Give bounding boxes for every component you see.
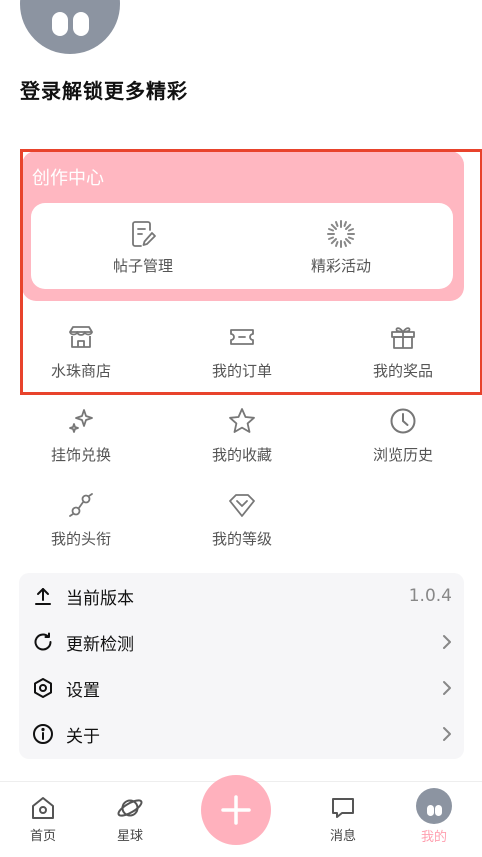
settings-row-about[interactable]: 关于 [19,711,464,757]
highlight-frame [20,149,482,395]
avatar-icon [416,788,452,824]
version-label: 当前版本 [66,588,134,609]
tab-planet[interactable]: 星球 [100,794,160,844]
my-favorites-label: 我的收藏 [211,446,272,464]
upload-icon [31,584,55,608]
tab-mine[interactable]: 我的 [404,788,464,845]
sparkles-icon [64,404,98,438]
avatar-eye-left [52,12,68,36]
update-check-label: 更新检测 [66,634,134,655]
plus-icon [221,795,251,825]
about-label: 关于 [66,726,100,747]
hexagon-settings-icon [31,676,55,700]
avatar-eye-right [73,12,89,36]
clock-icon [386,404,420,438]
my-level-label: 我的等级 [211,530,272,548]
login-prompt[interactable]: 登录解锁更多精彩 [20,75,188,104]
star-icon [225,404,259,438]
settings-label: 设置 [66,680,100,701]
home-icon [29,794,57,822]
badge-tag-icon [64,488,98,522]
tab-messages-label: 消息 [329,829,356,844]
my-titles-label: 我的头衔 [50,530,111,548]
settings-list: 当前版本 1.0.4 更新检测 设置 关于 [19,573,464,759]
avatar[interactable] [20,0,120,54]
refresh-icon [31,630,55,654]
settings-row-settings[interactable]: 设置 [19,665,464,711]
my-favorites-button[interactable]: 我的收藏 [182,404,302,465]
browse-history-button[interactable]: 浏览历史 [343,404,463,465]
browse-history-label: 浏览历史 [372,446,433,464]
pendant-exchange-label: 挂饰兑换 [50,446,111,464]
tab-messages[interactable]: 消息 [313,794,373,844]
heart-level-icon [225,488,259,522]
version-value: 1.0.4 [408,586,452,606]
settings-row-update-check[interactable]: 更新检测 [19,619,464,665]
tab-home-label: 首页 [29,829,56,844]
pendant-exchange-button[interactable]: 挂饰兑换 [21,404,141,465]
message-icon [329,794,357,822]
chevron-right-icon [442,680,452,696]
settings-row-version: 当前版本 1.0.4 [19,573,464,619]
tab-home[interactable]: 首页 [13,794,73,844]
chevron-right-icon [442,634,452,650]
my-level-button[interactable]: 我的等级 [182,488,302,549]
chevron-right-icon [442,726,452,742]
my-titles-button[interactable]: 我的头衔 [21,488,141,549]
info-icon [31,722,55,746]
tab-mine-label: 我的 [420,830,447,845]
planet-icon [116,794,144,822]
tab-planet-label: 星球 [116,829,143,844]
create-post-button[interactable] [201,775,271,845]
